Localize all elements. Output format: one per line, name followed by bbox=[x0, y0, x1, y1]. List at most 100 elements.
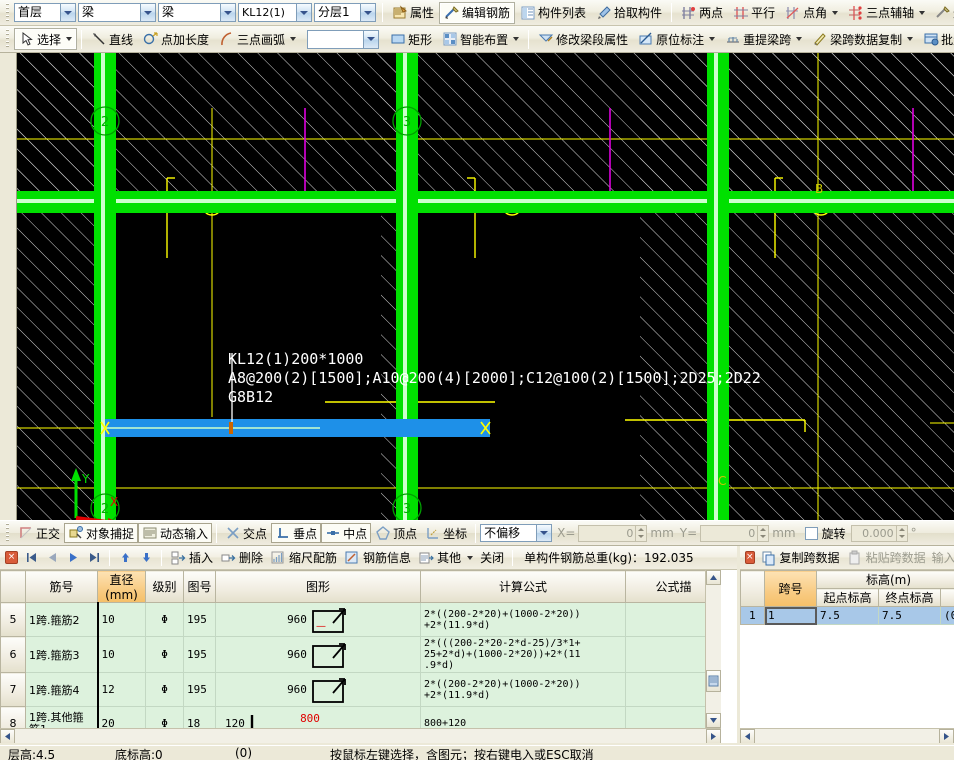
modify-beam-segment-button[interactable]: 修改梁段属性 bbox=[533, 28, 633, 50]
move-up-button[interactable] bbox=[115, 548, 135, 568]
close-icon[interactable]: × bbox=[5, 551, 18, 564]
rebar-col-name[interactable]: 筋号 bbox=[26, 571, 98, 603]
extra-cell[interactable]: (0 bbox=[941, 607, 954, 625]
other-button[interactable]: 其他 bbox=[415, 548, 476, 568]
chevron-down-icon[interactable] bbox=[709, 37, 715, 41]
insert-button[interactable]: 插入 bbox=[167, 548, 216, 568]
layer-select[interactable]: 分层1 bbox=[314, 3, 376, 22]
rebar-name[interactable]: 1跨.其他箍 筋1 bbox=[26, 707, 98, 729]
rebar-vscrollbar[interactable] bbox=[705, 570, 721, 728]
offset-select[interactable]: 不偏移 bbox=[480, 524, 552, 542]
snapbar-grip[interactable] bbox=[4, 523, 11, 543]
select-button[interactable]: 选择 bbox=[14, 28, 77, 50]
smart-layout-button[interactable]: 智能布置 bbox=[437, 28, 524, 50]
span-hscrollbar[interactable] bbox=[740, 728, 954, 743]
floor-select[interactable]: 首层 bbox=[14, 3, 76, 22]
chevron-down-icon[interactable] bbox=[536, 525, 551, 541]
rebar-diameter[interactable]: 10 bbox=[98, 603, 146, 637]
rebar-grade[interactable]: Φ bbox=[146, 707, 184, 729]
chevron-down-icon[interactable] bbox=[290, 37, 296, 41]
vertex-snap-toggle[interactable]: 顶点 bbox=[371, 523, 421, 543]
rebar-col-formula[interactable]: 计算公式 bbox=[421, 571, 626, 603]
rectangle-button[interactable]: 矩形 bbox=[385, 28, 437, 50]
y-input[interactable]: 0 bbox=[700, 525, 758, 542]
properties-button[interactable]: 属性 bbox=[387, 2, 439, 24]
rebar-drawing-no[interactable]: 195 bbox=[184, 603, 216, 637]
two-point-button[interactable]: 两点 bbox=[676, 2, 728, 24]
scroll-thumb[interactable] bbox=[706, 670, 721, 692]
chevron-down-icon[interactable] bbox=[832, 11, 838, 15]
chevron-down-icon[interactable] bbox=[360, 4, 375, 21]
scale-rebar-button[interactable]: 缩尺配筋 bbox=[267, 548, 340, 568]
delete-aux-axis-button[interactable]: 删 bbox=[930, 2, 954, 24]
close-icon[interactable]: × bbox=[745, 551, 755, 564]
component-category-select[interactable]: 梁 bbox=[158, 3, 236, 22]
start-elev-cell[interactable]: 7.5 bbox=[817, 607, 879, 625]
rebar-drawing-no[interactable]: 195 bbox=[184, 637, 216, 673]
end-elev-cell[interactable]: 7.5 bbox=[879, 607, 941, 625]
rebar-formula[interactable]: 2*((200-2*20)+(1000-2*20)) +2*(11.9*d) bbox=[421, 603, 626, 637]
chevron-down-icon[interactable] bbox=[907, 37, 913, 41]
x-spinner[interactable] bbox=[636, 525, 647, 542]
rebar-shape[interactable]: 960 — bbox=[216, 603, 421, 637]
dynamic-input-toggle[interactable]: 动态输入 bbox=[138, 523, 212, 543]
scroll-right-button[interactable] bbox=[706, 729, 721, 744]
table-row[interactable]: 1 1 7.5 7.5 (0 bbox=[741, 607, 954, 625]
scroll-left-button[interactable] bbox=[0, 729, 15, 744]
toolbar-grip[interactable] bbox=[4, 29, 11, 49]
rebar-col-diameter[interactable]: 直径(mm) bbox=[98, 571, 146, 603]
intersection-snap-toggle[interactable]: 交点 bbox=[221, 523, 271, 543]
batch-recognize-button[interactable]: 批量识 bbox=[918, 28, 954, 50]
table-row[interactable]: 7 1跨.箍筋4 12 Φ 195 960 bbox=[1, 673, 722, 707]
chevron-down-icon[interactable] bbox=[919, 11, 925, 15]
span-col-end-elev[interactable]: 终点标高 bbox=[879, 589, 941, 607]
span-col-more[interactable] bbox=[941, 589, 954, 607]
perpendicular-snap-toggle[interactable]: 垂点 bbox=[271, 523, 321, 543]
point-angle-button[interactable]: 点角 bbox=[780, 2, 843, 24]
rebar-hscrollbar[interactable] bbox=[0, 728, 721, 743]
x-input[interactable]: 0 bbox=[578, 525, 636, 542]
component-name-select[interactable]: KL12(1) bbox=[238, 3, 312, 22]
rebar-formula[interactable]: 2*(((200-2*20-2*d-25)/3*1+ 25+2*d)+(1000… bbox=[421, 637, 626, 673]
chevron-down-icon[interactable] bbox=[296, 4, 311, 21]
chevron-down-icon[interactable] bbox=[60, 4, 75, 21]
rebar-col-grade[interactable]: 级别 bbox=[146, 571, 184, 603]
three-point-axis-button[interactable]: 三点辅轴 bbox=[843, 2, 930, 24]
chevron-down-icon[interactable] bbox=[140, 4, 155, 21]
move-down-button[interactable] bbox=[136, 548, 156, 568]
rebar-drawing-no[interactable]: 195 bbox=[184, 673, 216, 707]
close-panel-button[interactable]: 关闭 bbox=[477, 548, 507, 568]
chevron-down-icon[interactable] bbox=[66, 37, 72, 41]
span-no-cell[interactable]: 1 bbox=[765, 607, 817, 625]
table-row[interactable]: 5 1跨.箍筋2 10 Φ 195 960 bbox=[1, 603, 722, 637]
scroll-right-button[interactable] bbox=[939, 729, 954, 744]
component-type-select[interactable]: 梁 bbox=[78, 3, 156, 22]
chevron-down-icon[interactable] bbox=[467, 556, 473, 560]
prev-record-button[interactable] bbox=[42, 548, 62, 568]
rotate-checkbox[interactable] bbox=[805, 527, 818, 540]
span-table[interactable]: 跨号 标高(m) 起点标高 终点标高 1 1 7.5 7.5 (0 bbox=[740, 570, 954, 625]
span-col-no[interactable]: 跨号 bbox=[765, 571, 817, 607]
re-extract-beam-span-button[interactable]: 重提梁跨 bbox=[720, 28, 807, 50]
rebar-col-drawing-no[interactable]: 图号 bbox=[184, 571, 216, 603]
rebar-grade[interactable]: Φ bbox=[146, 673, 184, 707]
rebar-grade[interactable]: Φ bbox=[146, 637, 184, 673]
toolbar-grip[interactable] bbox=[4, 3, 11, 23]
rebar-grade[interactable]: Φ bbox=[146, 603, 184, 637]
chevron-down-icon[interactable] bbox=[796, 37, 802, 41]
scroll-up-button[interactable] bbox=[706, 570, 721, 585]
three-point-arc-button[interactable]: 三点画弧 bbox=[214, 28, 301, 50]
point-add-length-button[interactable]: 点加长度 bbox=[138, 28, 214, 50]
rebar-diameter[interactable]: 12 bbox=[98, 673, 146, 707]
table-row[interactable]: 8 1跨.其他箍 筋1 20 Φ 18 120 800 bbox=[1, 707, 722, 729]
rebar-shape[interactable]: 960 bbox=[216, 637, 421, 673]
rebar-formula[interactable]: 800+120 bbox=[421, 707, 626, 729]
rebar-info-button[interactable]: 钢筋信息 bbox=[341, 548, 414, 568]
chevron-down-icon[interactable] bbox=[220, 4, 235, 21]
parallel-button[interactable]: 平行 bbox=[728, 2, 780, 24]
beam-span-data-copy-button[interactable]: 梁跨数据复制 bbox=[807, 28, 918, 50]
last-record-button[interactable] bbox=[84, 548, 104, 568]
rebar-name[interactable]: 1跨.箍筋4 bbox=[26, 673, 98, 707]
delete-button[interactable]: 删除 bbox=[217, 548, 266, 568]
object-snap-toggle[interactable]: 对象捕捉 bbox=[64, 523, 138, 543]
